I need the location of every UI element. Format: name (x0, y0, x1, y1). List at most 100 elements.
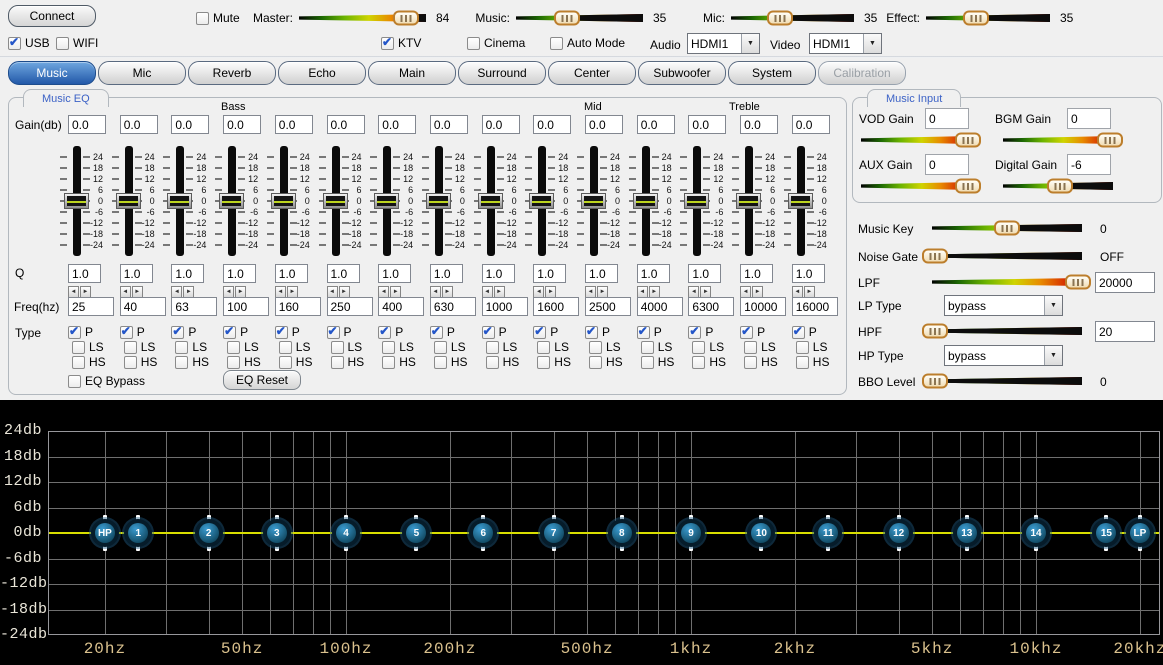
filter-type-p-checkbox[interactable]: P (378, 325, 403, 339)
slider-thumb[interactable] (581, 193, 606, 209)
filter-type-p-checkbox[interactable]: P (792, 325, 817, 339)
checkbox-box[interactable] (692, 341, 705, 354)
slider-thumb[interactable] (922, 324, 948, 339)
eq-node-7[interactable]: 7 (540, 519, 568, 547)
checkbox-box[interactable] (223, 326, 236, 339)
bgm-gain-slider[interactable] (1003, 132, 1113, 148)
digital-gain-input[interactable]: -6 (1067, 154, 1111, 175)
filter-type-p-checkbox[interactable]: P (585, 325, 610, 339)
slider-thumb[interactable] (955, 179, 981, 194)
gain-input[interactable]: 0.0 (792, 115, 830, 134)
filter-type-ls-checkbox[interactable]: LS (486, 340, 518, 354)
gain-slider[interactable]: 24181260-6-12-18-24 (266, 145, 314, 261)
music-slider[interactable] (516, 10, 643, 26)
aux-gain-input[interactable]: 0 (925, 154, 969, 175)
slider-thumb[interactable] (736, 193, 761, 209)
gain-slider[interactable]: 24181260-6-12-18-24 (421, 145, 469, 261)
tab-subwoofer[interactable]: Subwoofer (638, 61, 726, 85)
gain-input[interactable]: 0.0 (740, 115, 778, 134)
checkbox-box[interactable] (434, 341, 447, 354)
checkbox-box[interactable] (537, 341, 550, 354)
freq-input[interactable]: 630 (430, 297, 476, 316)
gain-slider[interactable]: 24181260-6-12-18-24 (524, 145, 572, 261)
checkbox-box[interactable] (72, 356, 85, 369)
hpf-slider[interactable] (932, 323, 1082, 339)
gain-slider[interactable]: 24181260-6-12-18-24 (162, 145, 210, 261)
ktv-checkbox[interactable]: KTV (381, 36, 421, 50)
vod-gain-input[interactable]: 0 (925, 108, 969, 129)
gain-input[interactable]: 0.0 (430, 115, 468, 134)
q-input[interactable]: 1.0 (533, 264, 566, 283)
hpf-input[interactable]: 20 (1095, 321, 1155, 342)
filter-type-hs-checkbox[interactable]: HS (124, 355, 158, 369)
gain-slider[interactable]: 24181260-6-12-18-24 (111, 145, 159, 261)
freq-input[interactable]: 4000 (637, 297, 683, 316)
filter-type-p-checkbox[interactable]: P (327, 325, 352, 339)
filter-type-p-checkbox[interactable]: P (688, 325, 713, 339)
filter-type-ls-checkbox[interactable]: LS (382, 340, 414, 354)
filter-type-hs-checkbox[interactable]: HS (72, 355, 106, 369)
slider-thumb[interactable] (955, 133, 981, 148)
slider-thumb[interactable] (426, 193, 451, 209)
q-input[interactable]: 1.0 (327, 264, 360, 283)
gain-input[interactable]: 0.0 (327, 115, 365, 134)
eq-bypass-checkbox-box[interactable] (68, 375, 81, 388)
gain-slider[interactable]: 24181260-6-12-18-24 (576, 145, 624, 261)
checkbox-box[interactable] (124, 356, 137, 369)
checkbox-box[interactable] (227, 341, 240, 354)
filter-type-hs-checkbox[interactable]: HS (744, 355, 778, 369)
q-input[interactable]: 1.0 (430, 264, 463, 283)
checkbox-box[interactable] (331, 341, 344, 354)
eq-node-8[interactable]: 8 (608, 519, 636, 547)
gain-input[interactable]: 0.0 (223, 115, 261, 134)
slider-thumb[interactable] (922, 249, 948, 264)
slider-thumb[interactable] (271, 193, 296, 209)
q-input[interactable]: 1.0 (482, 264, 515, 283)
auto-mode-checkbox-box[interactable] (550, 37, 563, 50)
gain-slider[interactable]: 24181260-6-12-18-24 (679, 145, 727, 261)
gain-slider[interactable]: 24181260-6-12-18-24 (318, 145, 366, 261)
gain-slider[interactable]: 24181260-6-12-18-24 (628, 145, 676, 261)
filter-type-hs-checkbox[interactable]: HS (382, 355, 416, 369)
checkbox-box[interactable] (688, 326, 701, 339)
filter-type-ls-checkbox[interactable]: LS (175, 340, 207, 354)
eq-node-13[interactable]: 13 (953, 519, 981, 547)
slider-thumb[interactable] (922, 374, 948, 389)
freq-input[interactable]: 1600 (533, 297, 579, 316)
tab-echo[interactable]: Echo (278, 61, 366, 85)
checkbox-box[interactable] (744, 341, 757, 354)
lpf-input[interactable]: 20000 (1095, 272, 1155, 293)
eq-node-10[interactable]: 10 (747, 519, 775, 547)
auto-mode-checkbox[interactable]: Auto Mode (550, 36, 625, 50)
checkbox-box[interactable] (589, 341, 602, 354)
checkbox-box[interactable] (641, 341, 654, 354)
eq-node-9[interactable]: 9 (677, 519, 705, 547)
tab-mic[interactable]: Mic (98, 61, 186, 85)
q-input[interactable]: 1.0 (792, 264, 825, 283)
filter-type-p-checkbox[interactable]: P (223, 325, 248, 339)
checkbox-box[interactable] (589, 356, 602, 369)
freq-input[interactable]: 2500 (585, 297, 631, 316)
slider-thumb[interactable] (554, 11, 580, 26)
checkbox-box[interactable] (175, 341, 188, 354)
slider-thumb[interactable] (393, 11, 419, 26)
filter-type-hs-checkbox[interactable]: HS (486, 355, 520, 369)
filter-type-hs-checkbox[interactable]: HS (692, 355, 726, 369)
gain-input[interactable]: 0.0 (68, 115, 106, 134)
filter-type-hs-checkbox[interactable]: HS (641, 355, 675, 369)
bgm-gain-input[interactable]: 0 (1067, 108, 1111, 129)
q-input[interactable]: 1.0 (637, 264, 670, 283)
checkbox-box[interactable] (171, 326, 184, 339)
chevron-down-icon[interactable]: ▼ (1044, 296, 1062, 315)
hp-type-select[interactable]: bypass▼ (944, 345, 1063, 366)
freq-input[interactable]: 400 (378, 297, 424, 316)
eq-node-12[interactable]: 12 (885, 519, 913, 547)
music-key-slider[interactable] (932, 220, 1082, 236)
checkbox-box[interactable] (796, 356, 809, 369)
eq-node-lp[interactable]: LP (1126, 519, 1154, 547)
filter-type-ls-checkbox[interactable]: LS (641, 340, 673, 354)
freq-input[interactable]: 25 (68, 297, 114, 316)
gain-input[interactable]: 0.0 (533, 115, 571, 134)
chevron-down-icon[interactable]: ▼ (1044, 346, 1062, 365)
ktv-checkbox-box[interactable] (381, 37, 394, 50)
